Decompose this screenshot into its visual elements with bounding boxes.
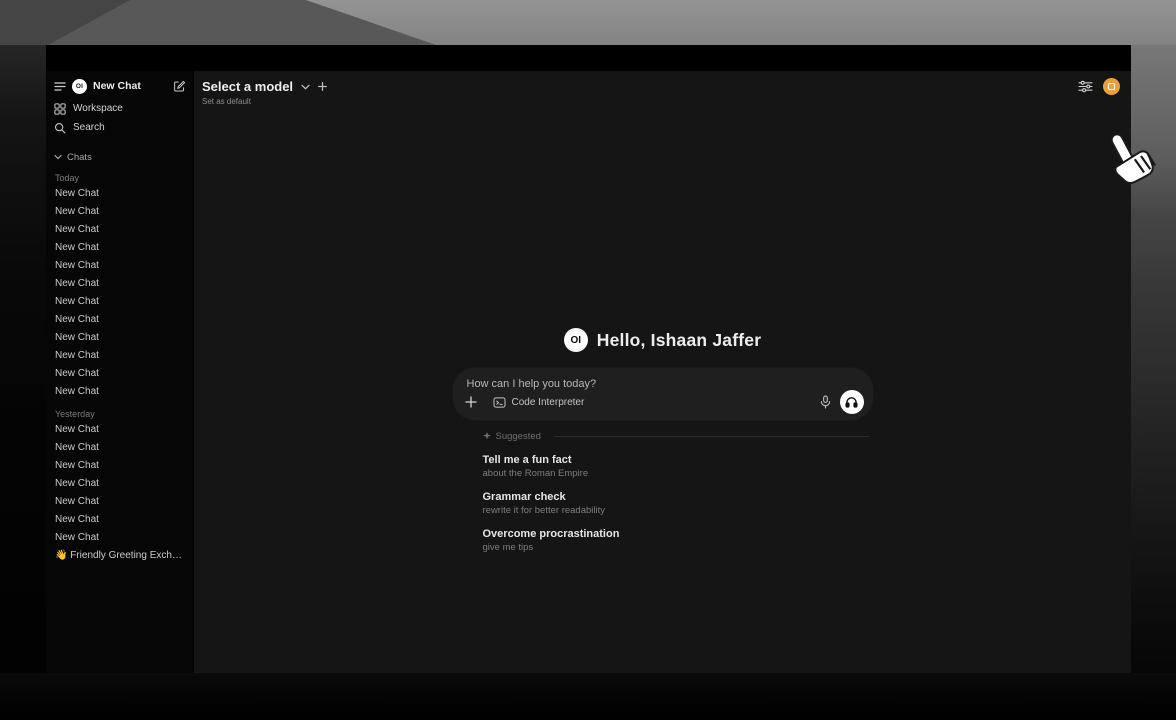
- sidebar-item-search[interactable]: Search: [54, 118, 186, 137]
- list-item[interactable]: New Chat: [54, 185, 186, 203]
- suggestion-item[interactable]: Overcome procrastination give me tips: [483, 528, 873, 554]
- app-logo: OI: [72, 79, 87, 94]
- sidebar-item-label: Workspace: [73, 103, 123, 114]
- list-item[interactable]: New Chat: [54, 239, 186, 257]
- list-item[interactable]: New Chat: [54, 439, 186, 457]
- list-item[interactable]: New Chat: [54, 511, 186, 529]
- terminal-icon: [493, 397, 506, 408]
- list-item[interactable]: New Chat: [54, 203, 186, 221]
- list-item[interactable]: New Chat: [54, 257, 186, 275]
- model-selector-label: Select a model: [202, 79, 293, 94]
- suggested-label: Suggested: [496, 431, 541, 442]
- list-item[interactable]: New Chat: [54, 365, 186, 383]
- list-item[interactable]: New Chat: [54, 293, 186, 311]
- suggestion-title: Tell me a fun fact: [483, 454, 873, 467]
- suggestion-title: Overcome procrastination: [483, 528, 873, 541]
- app-window: OI New Chat Workspace: [46, 45, 1131, 673]
- wallpaper-top: [0, 0, 1176, 45]
- workspace-grid-icon: [54, 103, 66, 115]
- sidebar-item-label: Search: [73, 122, 105, 133]
- settings-sliders-button[interactable]: [1078, 80, 1093, 93]
- set-default-link[interactable]: Set as default: [202, 97, 251, 106]
- chats-section-toggle[interactable]: Chats: [54, 149, 186, 165]
- wallpaper-wedge: [0, 0, 1176, 45]
- add-model-button[interactable]: [318, 82, 327, 91]
- sidebar-item-workspace[interactable]: Workspace: [54, 99, 186, 118]
- code-interpreter-label: Code Interpreter: [512, 397, 585, 408]
- voice-mode-button[interactable]: [840, 390, 864, 414]
- list-item[interactable]: New Chat: [54, 475, 186, 493]
- list-item[interactable]: New Chat: [54, 529, 186, 547]
- wallpaper-bottom: [0, 673, 1176, 720]
- chat-group-label-today: Today: [55, 173, 186, 183]
- model-selector[interactable]: Select a model: [202, 79, 327, 94]
- suggestion-list: Tell me a fun fact about the Roman Empir…: [483, 454, 873, 554]
- suggestion-title: Grammar check: [483, 491, 873, 504]
- sidebar: OI New Chat Workspace: [46, 71, 194, 673]
- wallpaper-right: [1131, 45, 1176, 673]
- chevron-down-icon: [54, 154, 62, 160]
- list-item[interactable]: New Chat: [54, 329, 186, 347]
- list-item[interactable]: New Chat: [54, 383, 186, 401]
- suggestion-subtitle: about the Roman Empire: [483, 468, 873, 480]
- sidebar-toggle-icon[interactable]: [54, 81, 66, 91]
- list-item[interactable]: New Chat: [54, 421, 186, 439]
- list-item[interactable]: New Chat: [54, 221, 186, 239]
- list-item[interactable]: New Chat: [54, 311, 186, 329]
- suggestion-item[interactable]: Grammar check rewrite it for better read…: [483, 491, 873, 517]
- greeting-title: Hello, Ishaan Jaffer: [597, 330, 761, 351]
- mic-button[interactable]: [820, 395, 831, 409]
- suggested-divider: [554, 436, 869, 437]
- greeting-logo: OI: [564, 328, 588, 352]
- prompt-input[interactable]: How can I help you today?: [467, 378, 859, 390]
- search-icon: [54, 122, 66, 134]
- app-title: New Chat: [93, 80, 141, 92]
- list-item[interactable]: New Chat: [54, 275, 186, 293]
- chat-group-label-yesterday: Yesterday: [55, 409, 186, 419]
- chevron-down-icon: [301, 84, 310, 90]
- attach-plus-button[interactable]: [465, 396, 477, 408]
- chat-list-today: New ChatNew ChatNew ChatNew ChatNew Chat…: [54, 185, 186, 401]
- chats-section-label: Chats: [67, 152, 92, 163]
- new-chat-edit-icon[interactable]: [173, 80, 186, 93]
- wallpaper-left: [0, 45, 46, 673]
- window-title-bar: [46, 45, 1131, 71]
- prompt-box: How can I help you today?: [453, 368, 873, 420]
- list-item[interactable]: New Chat: [54, 457, 186, 475]
- suggestion-subtitle: rewrite it for better readability: [483, 505, 873, 517]
- list-item[interactable]: New Chat: [54, 493, 186, 511]
- list-item[interactable]: 👋 Friendly Greeting Exchange: [54, 547, 186, 565]
- suggested-section: Suggested Tell me a fun fact about the R…: [453, 429, 873, 554]
- list-item[interactable]: New Chat: [54, 347, 186, 365]
- main-area: Select a model Set as default: [194, 71, 1131, 673]
- chat-list-yesterday: New ChatNew ChatNew ChatNew ChatNew Chat…: [54, 421, 186, 565]
- suggestion-subtitle: give me tips: [483, 542, 873, 554]
- headphones-icon: [845, 396, 858, 408]
- suggestion-item[interactable]: Tell me a fun fact about the Roman Empir…: [483, 454, 873, 480]
- user-avatar[interactable]: [1103, 78, 1120, 95]
- code-interpreter-toggle[interactable]: Code Interpreter: [493, 397, 585, 408]
- sparkle-icon: [483, 432, 491, 441]
- avatar-glyph-icon: [1108, 83, 1115, 90]
